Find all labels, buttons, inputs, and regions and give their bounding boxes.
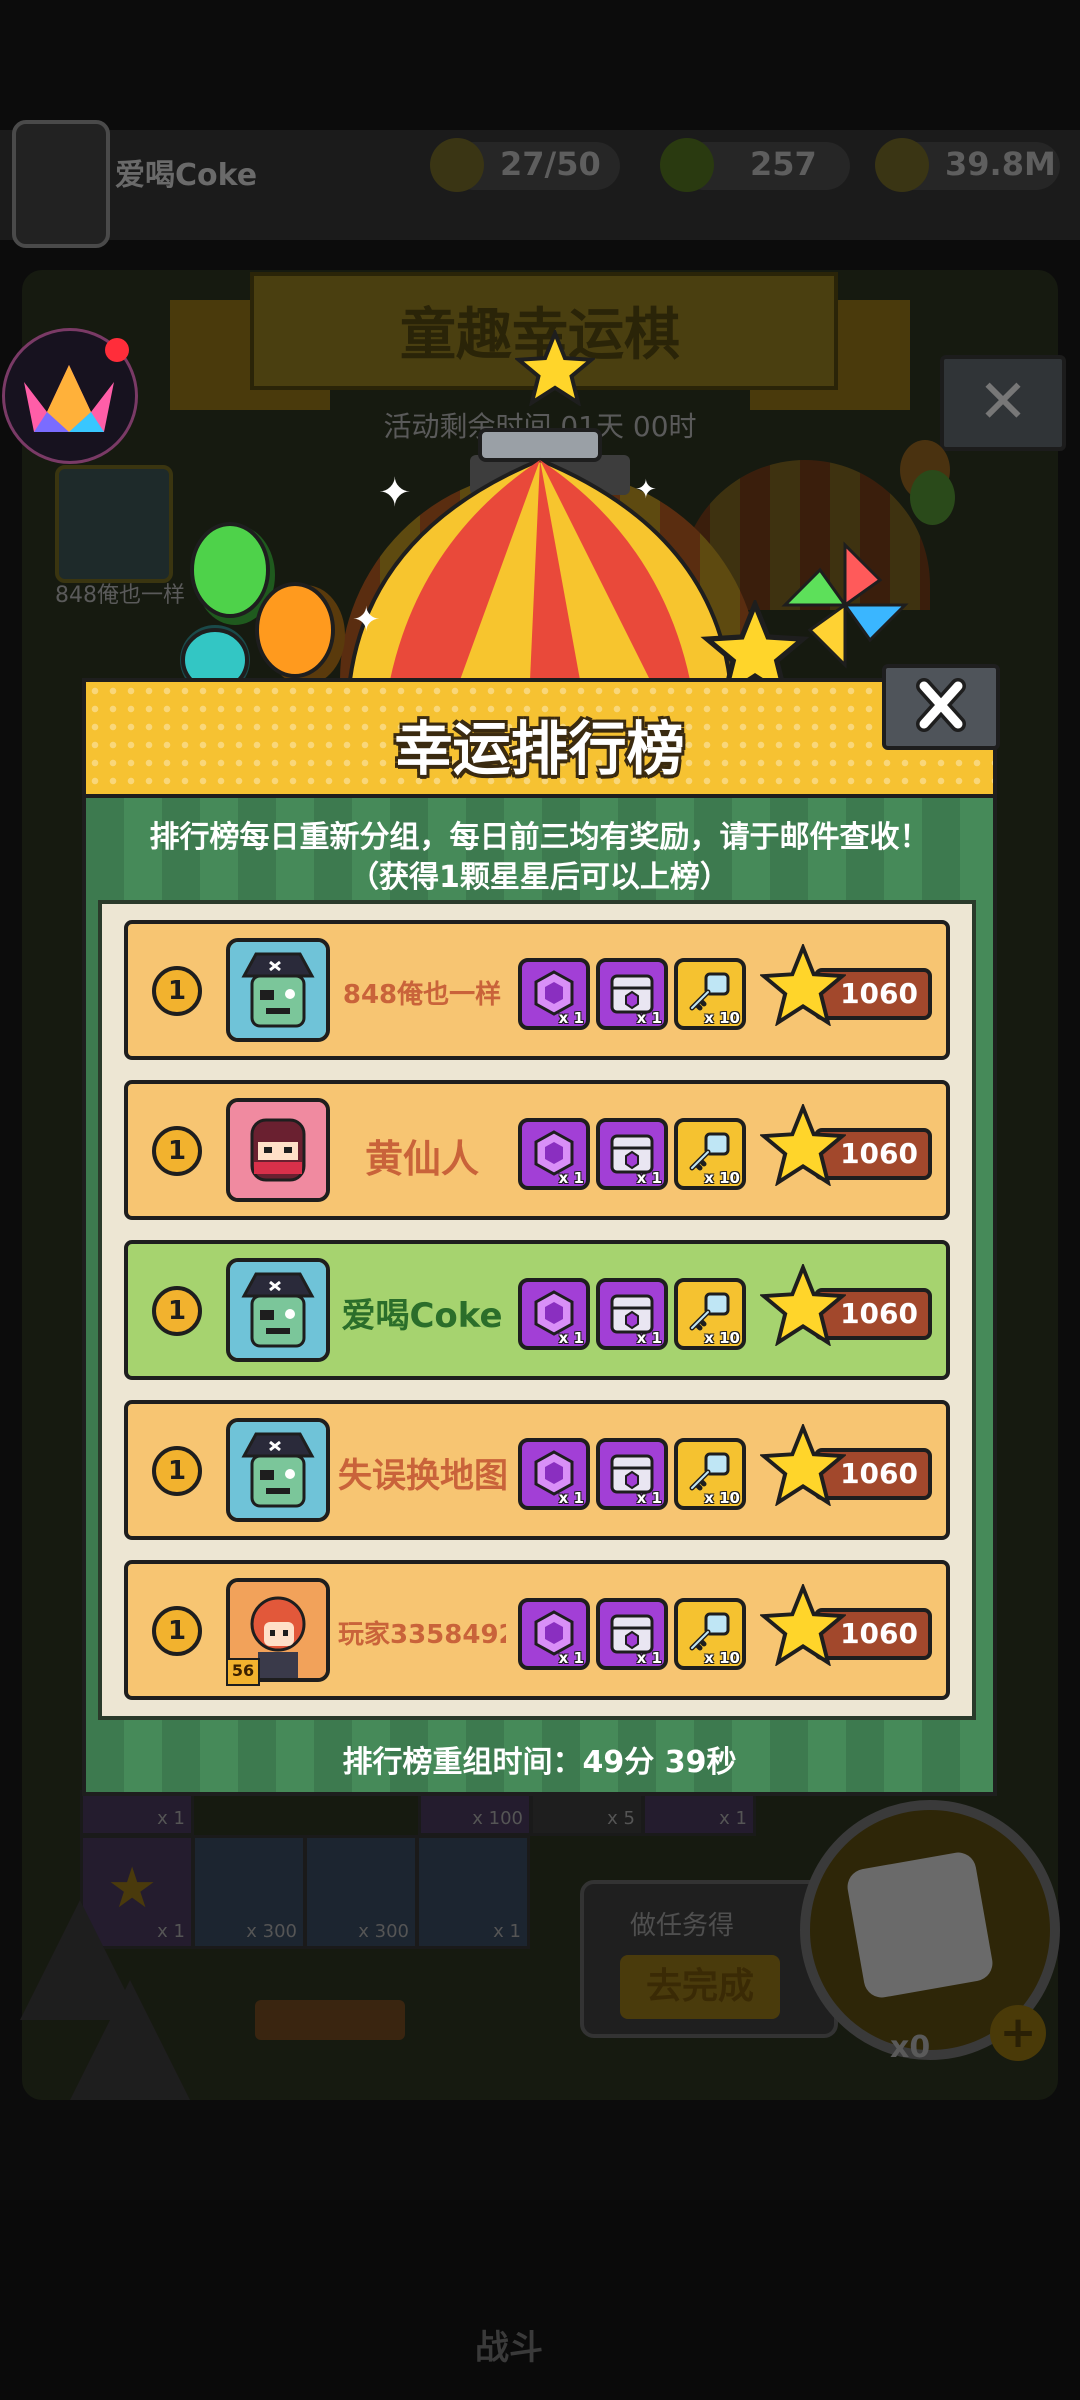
- go-complete-button[interactable]: 去完成: [620, 1955, 780, 2019]
- leaderboard-row[interactable]: 1 爱喝Coke x 1 x 1 x 10 1060: [124, 1240, 950, 1380]
- rank-medal: 1: [152, 1446, 202, 1496]
- reward-chest: x 1: [596, 1438, 668, 1510]
- energy-stat: 27/50: [500, 145, 601, 183]
- player-level: 56: [226, 1658, 260, 1686]
- player-name: 爱喝Coke: [341, 1296, 503, 1336]
- star-icon: [760, 1424, 846, 1506]
- reward-chest: x 1: [596, 1278, 668, 1350]
- bench-decor: [255, 2000, 405, 2040]
- rank-medal: 1: [152, 1606, 202, 1656]
- bottom-nav: [0, 2200, 1080, 2400]
- star-icon: [515, 330, 595, 406]
- reset-time: 49分 39秒: [582, 1745, 737, 1780]
- dice-count: x0: [890, 2030, 931, 2065]
- reward-hex-token: x 1: [518, 958, 590, 1030]
- reward-hex-token: x 1: [518, 1278, 590, 1350]
- notification-dot: [105, 338, 129, 362]
- reset-label: 排行榜重组时间：: [342, 1745, 583, 1780]
- star-icon: [760, 944, 846, 1026]
- inventory-cell[interactable]: x 1: [416, 1835, 530, 1949]
- rank-medal: 1: [152, 966, 202, 1016]
- reward-key: x 10: [674, 1118, 746, 1190]
- reward-chest: x 1: [596, 958, 668, 1030]
- star-icon: [760, 1104, 846, 1186]
- rank-medal: 1: [152, 1126, 202, 1176]
- pirate-zombie-avatar: [226, 938, 330, 1042]
- star-icon: [760, 1264, 846, 1346]
- left-player-avatar: [55, 465, 173, 583]
- gem-icon: [660, 138, 714, 192]
- sparkle-icon: ✦: [378, 470, 412, 516]
- player-name: 848俺也一样: [342, 980, 502, 1010]
- reward-key: x 10: [674, 958, 746, 1030]
- modal-close-button[interactable]: [882, 664, 1000, 750]
- add-dice-button[interactable]: +: [990, 2005, 1046, 2061]
- player-avatar: [12, 120, 110, 248]
- star-icon: [760, 1584, 846, 1666]
- player-name: 爱喝Coke: [115, 158, 258, 193]
- reward-chest: x 1: [596, 1598, 668, 1670]
- balloons-decor: [181, 522, 335, 690]
- pirate-zombie-avatar: [226, 1418, 330, 1522]
- inventory-cell[interactable]: x 300: [304, 1835, 418, 1949]
- sparkle-icon: ✦: [635, 475, 657, 505]
- task-label: 做任务得: [630, 1911, 735, 1941]
- close-icon: [916, 678, 966, 732]
- coin-stat: 39.8M: [945, 145, 1056, 183]
- reward-hex-token: x 1: [518, 1438, 590, 1510]
- reward-key: x 10: [674, 1598, 746, 1670]
- gem-stat: 257: [750, 145, 817, 183]
- leaderboard-notice: 排行榜每日重新分组，每日前三均有奖励，请于邮件查收！ （获得1颗星星后可以上榜）: [82, 818, 997, 898]
- event-close-button[interactable]: ✕: [940, 355, 1066, 451]
- coin-icon: [875, 138, 929, 192]
- leaderboard-row[interactable]: 1 848俺也一样 x 1 x 1 x 10 1060: [124, 920, 950, 1060]
- player-name: 玩家33584927: [338, 1620, 506, 1650]
- notice-line-1: 排行榜每日重新分组，每日前三均有奖励，请于邮件查收！: [149, 820, 930, 855]
- leaderboard-row[interactable]: 1 黄仙人 x 1 x 1 x 10 1060: [124, 1080, 950, 1220]
- pirate-zombie-avatar: [226, 1258, 330, 1362]
- modal-title: 幸运排行榜: [394, 715, 685, 783]
- leaderboard-row[interactable]: 1 失误换地图出 x 1 x 1 x 10 106: [124, 1400, 950, 1540]
- inventory-cell[interactable]: x 300: [192, 1835, 306, 1949]
- leaderboard-modal: 幸运排行榜 排行榜每日重新分组，每日前三均有奖励，请于邮件查收！ （获得1颗星星…: [82, 664, 1000, 1796]
- notice-line-2: （获得1颗星星后可以上榜）: [349, 860, 730, 895]
- balloon-decor: [910, 470, 955, 525]
- sparkle-icon: ✦: [352, 600, 381, 640]
- leaderboard-list[interactable]: 1 848俺也一样 x 1 x 1 x 10 1060 1 黄仙人 x 1 x …: [98, 900, 976, 1720]
- energy-icon: [430, 138, 484, 192]
- leaderboard-row[interactable]: 1 玩家33584927 x 1 x 1 x 10: [124, 1560, 950, 1700]
- rank-medal: 1: [152, 1286, 202, 1336]
- reset-timer: 排行榜重组时间：49分 39秒: [82, 1737, 997, 1781]
- player-name: 失误换地图出: [338, 1456, 506, 1496]
- circus-tent-decor: [347, 428, 733, 680]
- left-player-name: 848俺也一样: [55, 583, 185, 608]
- dice-icon: [844, 1849, 996, 2001]
- player-name: 黄仙人: [364, 1137, 479, 1181]
- reward-hex-token: x 1: [518, 1118, 590, 1190]
- ninja-girl-avatar: [226, 1098, 330, 1202]
- crown-icon: [24, 365, 114, 432]
- reward-chest: x 1: [596, 1118, 668, 1190]
- reward-key: x 10: [674, 1278, 746, 1350]
- reward-key: x 10: [674, 1438, 746, 1510]
- nav-battle-label[interactable]: 战斗: [475, 2320, 543, 2369]
- reward-hex-token: x 1: [518, 1598, 590, 1670]
